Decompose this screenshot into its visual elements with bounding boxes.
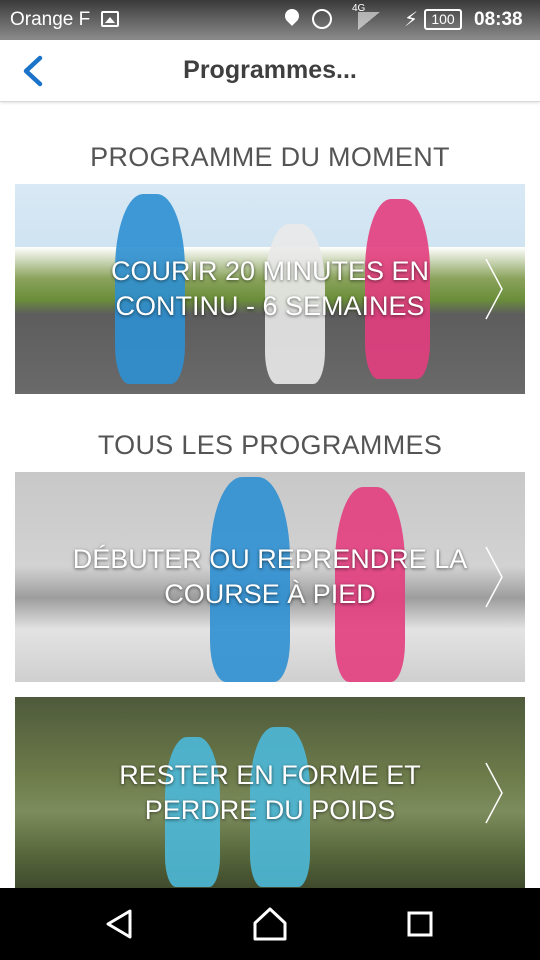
image-notification-icon: [101, 11, 119, 27]
signal-icon: [358, 12, 380, 30]
featured-heading: PROGRAMME DU MOMENT: [90, 142, 450, 172]
program-title: RESTER EN FORME ET PERDRE DU POIDS: [119, 759, 421, 825]
battery-level: 100: [424, 9, 462, 30]
app-header: Programmes...: [0, 40, 540, 102]
chevron-right-icon: [485, 258, 503, 320]
nav-home-button[interactable]: [252, 906, 288, 942]
all-programs-heading: TOUS LES PROGRAMMES: [97, 430, 443, 460]
program-card-featured[interactable]: COURIR 20 MINUTES EN CONTINU - 6 SEMAINE…: [15, 184, 525, 394]
location-icon: [282, 6, 302, 26]
page-title: Programmes...: [183, 56, 357, 84]
charging-icon: ⚡: [404, 9, 419, 31]
status-bar: Orange F 4G ⚡ 100 08:38: [0, 0, 540, 40]
program-title: DÉBUTER OU REPRENDRE LA COURSE À PIED: [72, 544, 468, 609]
program-card[interactable]: DÉBUTER OU REPRENDRE LA COURSE À PIED: [15, 472, 525, 682]
home-icon: [253, 907, 287, 941]
nav-back-button[interactable]: [102, 906, 138, 942]
chevron-left-icon: [23, 55, 43, 87]
program-card[interactable]: RESTER EN FORME ET PERDRE DU POIDS: [15, 697, 525, 888]
back-button[interactable]: [14, 52, 54, 90]
chevron-right-icon: [485, 546, 503, 608]
back-triangle-icon: [106, 909, 132, 939]
nav-recents-button[interactable]: [402, 906, 438, 942]
chevron-right-icon: [485, 762, 503, 823]
recents-square-icon: [407, 911, 433, 937]
alarm-icon: [312, 9, 332, 29]
carrier-name: Orange F: [10, 9, 91, 30]
system-nav-bar: [0, 888, 540, 960]
clock: 08:38: [474, 9, 523, 30]
program-title: COURIR 20 MINUTES EN CONTINU - 6 SEMAINE…: [110, 256, 430, 321]
